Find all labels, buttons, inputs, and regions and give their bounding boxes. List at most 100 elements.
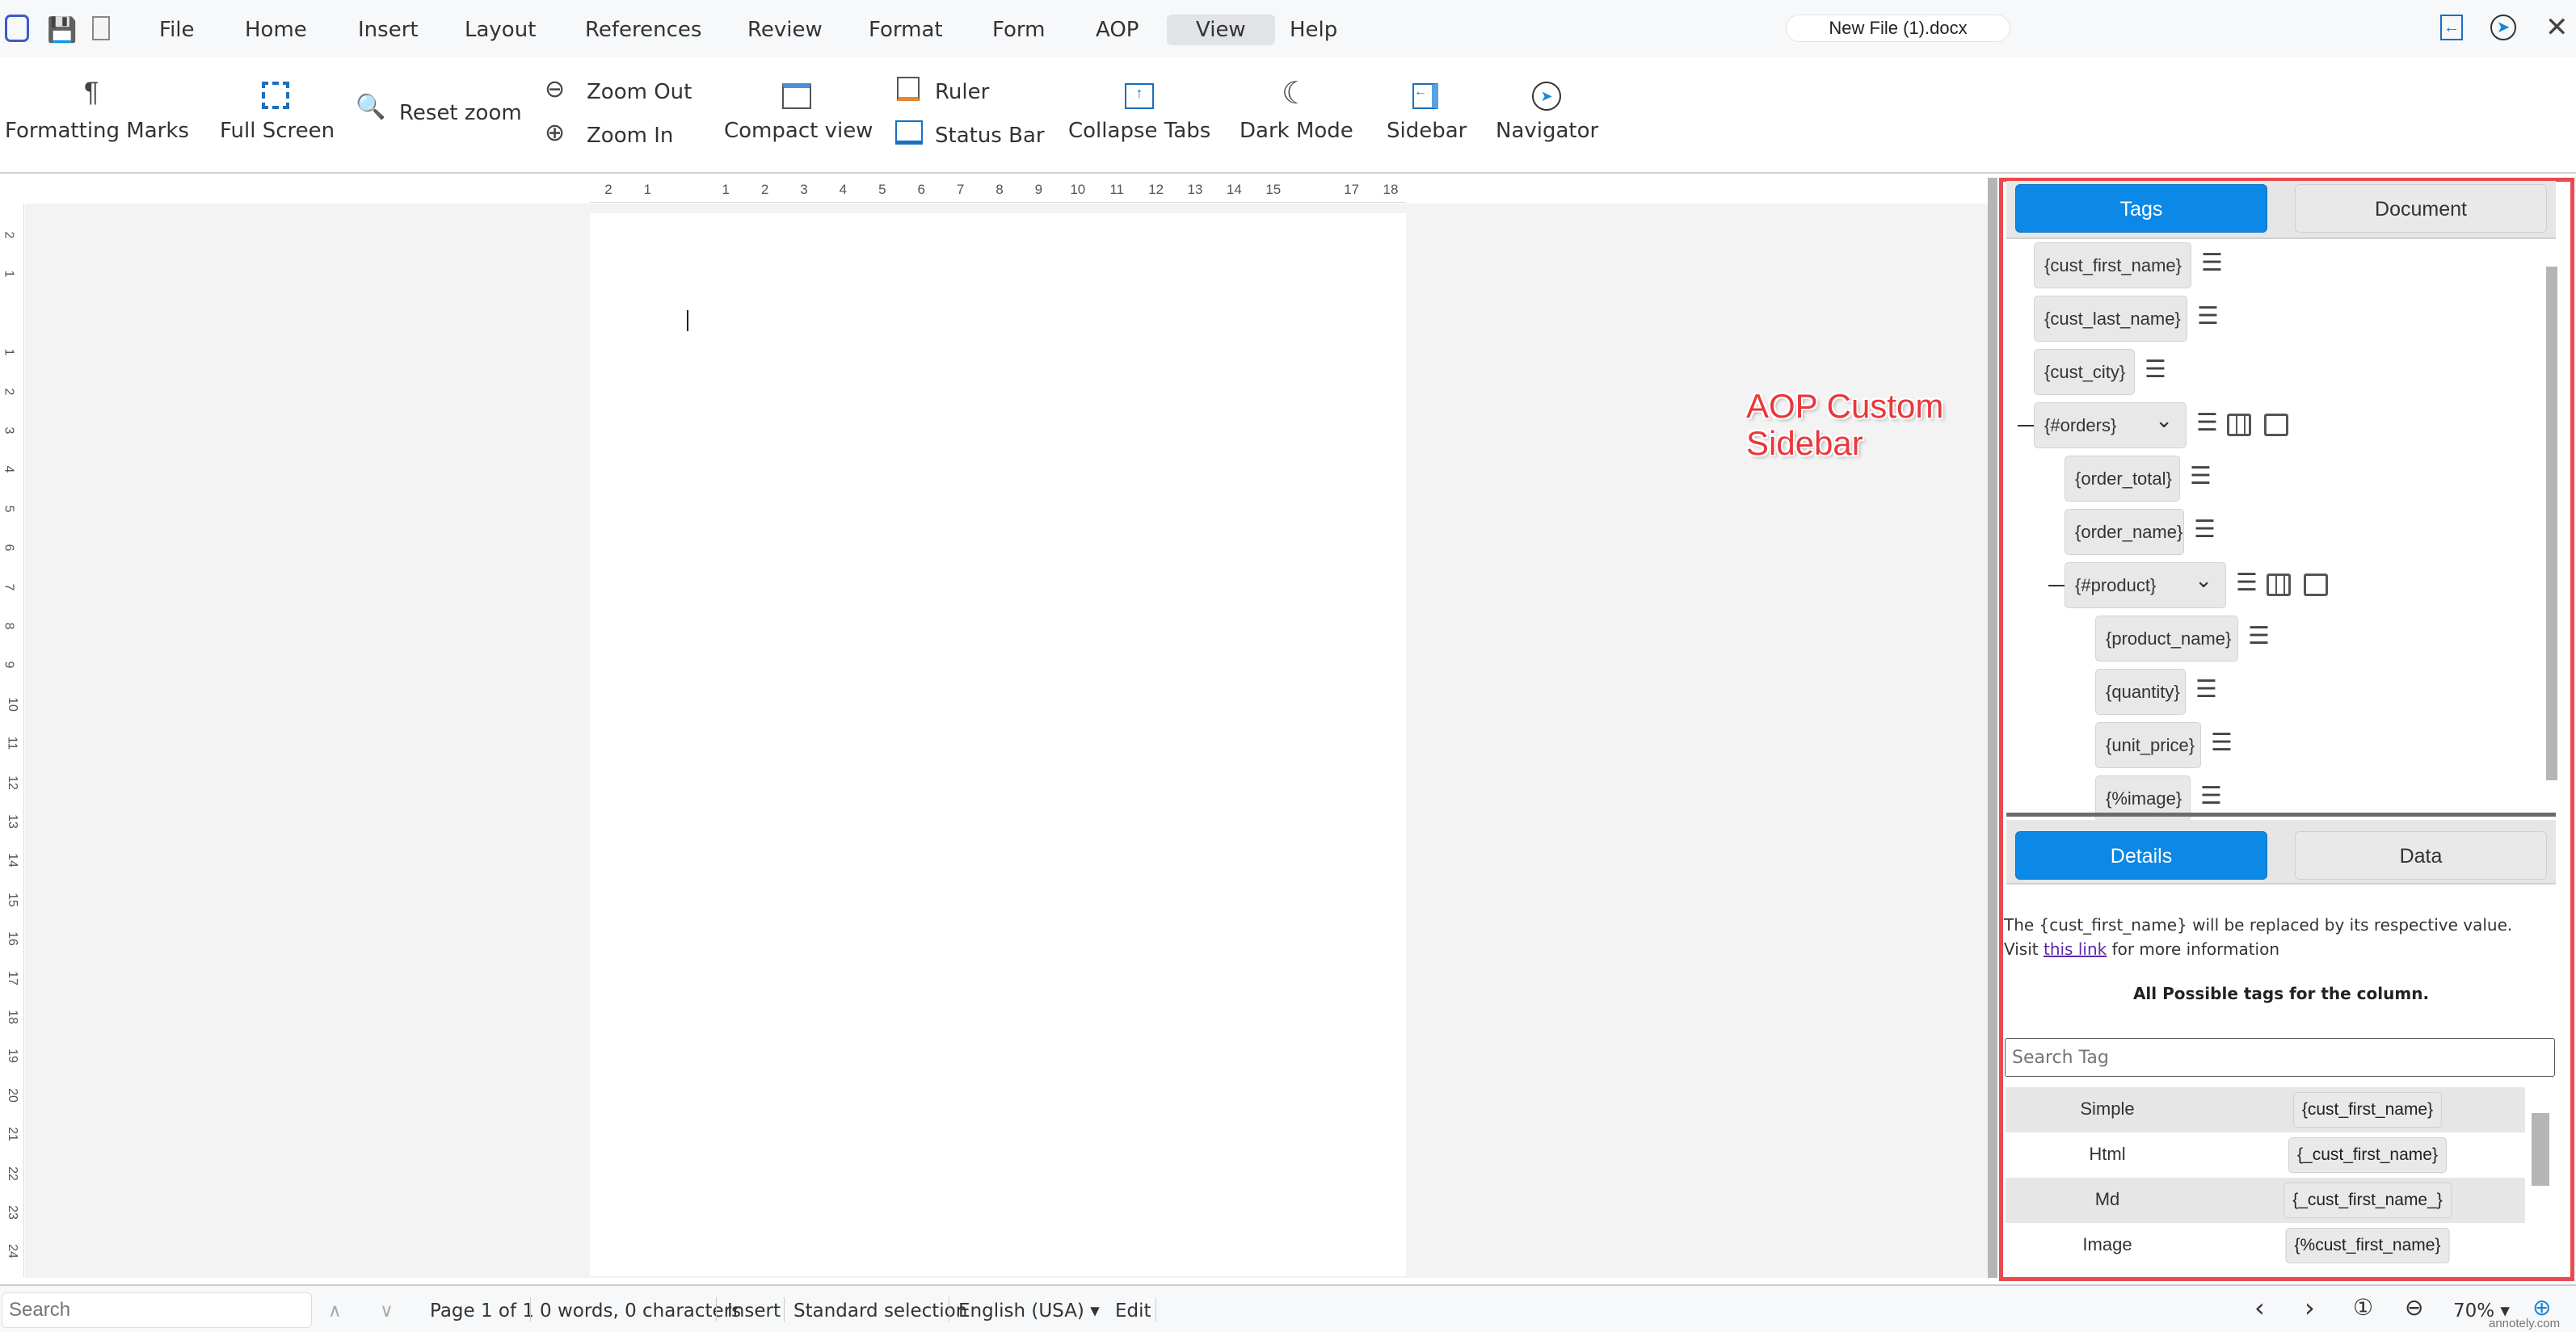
menu-format[interactable]: Format	[861, 15, 951, 45]
table-icon[interactable]	[2267, 574, 2291, 596]
tag-chip[interactable]: {cust_first_name}	[2034, 242, 2191, 288]
menu-icon[interactable]: ☰	[2248, 622, 2270, 650]
menu-icon[interactable]: ☰	[2190, 462, 2212, 490]
menu-file[interactable]: File	[151, 15, 203, 45]
save-icon[interactable]: 💾	[47, 16, 77, 44]
description-line: The {cust_first_name} will be replaced b…	[2004, 915, 2513, 935]
edit-mode[interactable]: Edit	[1115, 1300, 1151, 1321]
menu-aop[interactable]: AOP	[1088, 15, 1147, 45]
menu-insert[interactable]: Insert	[350, 15, 427, 45]
panel-divider[interactable]	[2006, 813, 2556, 817]
sidebar-toggle-icon[interactable]: ←	[2440, 15, 2463, 40]
info-link[interactable]: this link	[2044, 939, 2107, 959]
ruler-tick-label: 8	[995, 182, 1004, 197]
tag-chip[interactable]: {cust_city}	[2034, 349, 2135, 395]
selection-mode[interactable]: Standard selection	[793, 1300, 967, 1321]
menu-help[interactable]: Help	[1282, 15, 1345, 45]
tab-data[interactable]: Data	[2295, 831, 2547, 880]
menu-icon[interactable]: ☰	[2196, 409, 2218, 437]
zoom-out-icon[interactable]: ⊖	[2405, 1294, 2423, 1321]
vertical-ruler[interactable]: 2 1 1 2 3 4 5 6 7 8 9 10 11 12 13 14 15 16 17 18 19 20 21 22 23 2…	[0, 204, 24, 1278]
annotation-label: AOP Custom Sidebar	[1746, 388, 1943, 462]
tag-label: {cust_first_name}	[2044, 255, 2182, 275]
chevron-down-icon[interactable]: ⌄	[2195, 558, 2212, 603]
status-bar: ∧ ∨ Page 1 of 1 0 words, 0 characters In…	[0, 1284, 2576, 1332]
close-icon[interactable]: ✕	[2545, 11, 2569, 44]
prev-page-icon[interactable]: ‹	[2254, 1292, 2265, 1323]
language-select[interactable]: English (USA) ▾	[958, 1300, 1100, 1321]
vruler-tick-label: 23	[5, 1205, 19, 1220]
search-up-icon[interactable]: ∧	[328, 1300, 342, 1321]
ruler-icon	[897, 77, 920, 101]
vruler-tick-label: 5	[2, 505, 16, 513]
menu-form[interactable]: Form	[984, 15, 1054, 45]
vruler-tick-label: 2	[2, 388, 16, 396]
menu-icon[interactable]: ☰	[2145, 355, 2166, 384]
language-label: English (USA)	[958, 1300, 1084, 1321]
page-count: Page 1 of 1	[430, 1300, 535, 1321]
zoom-in-icon: ⊕	[545, 120, 566, 146]
tag-chip[interactable]: {%cust_first_name}	[2285, 1228, 2450, 1263]
menu-icon[interactable]: ☰	[2201, 249, 2223, 277]
menu-home[interactable]: Home	[237, 15, 315, 45]
menu-icon[interactable]: ☰	[2194, 515, 2216, 544]
vruler-tick-label: 9	[2, 661, 16, 669]
search-input[interactable]	[2, 1292, 312, 1328]
status-bar-icon	[895, 120, 923, 145]
tag-chip[interactable]: {cust_first_name}	[2292, 1092, 2443, 1128]
tab-tags[interactable]: Tags	[2015, 184, 2267, 233]
document-page[interactable]	[590, 213, 1406, 1276]
menu-icon[interactable]: ☰	[2195, 675, 2217, 704]
menu-icon[interactable]: ☰	[2200, 782, 2222, 810]
zoom-in-label: Zoom In	[587, 124, 674, 148]
tag-chip[interactable]: {cust_last_name}	[2034, 296, 2187, 342]
menu-view[interactable]: View	[1167, 15, 1275, 45]
zoom-out-label: Zoom Out	[587, 80, 692, 104]
tab-document[interactable]: Document	[2295, 184, 2547, 233]
tag-group-chip[interactable]: {#orders} ⌄	[2034, 402, 2187, 448]
menu-review[interactable]: Review	[739, 15, 831, 45]
menu-icon[interactable]: ☰	[2211, 729, 2233, 757]
info-text: for more information	[2111, 939, 2280, 959]
reset-zoom-icon[interactable]: ①	[2353, 1294, 2373, 1321]
tag-chip[interactable]: {product_name}	[2095, 616, 2238, 662]
table-header-icon[interactable]	[2264, 414, 2288, 436]
tag-chip[interactable]: {unit_price}	[2095, 722, 2201, 768]
ruler-tick-label: 14	[1226, 182, 1242, 197]
search-down-icon[interactable]: ∨	[380, 1300, 394, 1321]
tag-chip[interactable]: {_cust_first_name_}	[2283, 1183, 2452, 1218]
chevron-down-icon[interactable]: ⌄	[2155, 398, 2173, 443]
tag-chip[interactable]: {quantity}	[2095, 669, 2186, 715]
vruler-tick-label: 11	[5, 736, 19, 750]
tags-scrollbar[interactable]	[2546, 267, 2557, 780]
tab-details[interactable]: Details	[2015, 831, 2267, 880]
tag-group-chip[interactable]: {#product} ⌄	[2065, 562, 2226, 608]
tag-label: {unit_price}	[2106, 735, 2195, 755]
document-scrollbar[interactable]	[1988, 178, 1997, 1278]
next-page-icon[interactable]: ›	[2305, 1292, 2315, 1323]
table-header-icon[interactable]	[2304, 574, 2328, 596]
new-file-icon[interactable]	[92, 16, 110, 40]
vruler-tick-label: 4	[2, 465, 16, 473]
visit-text: Visit	[2004, 939, 2039, 959]
menu-layout[interactable]: Layout	[457, 15, 544, 45]
menu-references[interactable]: References	[577, 15, 709, 45]
possible-tag-row: Simple {cust_first_name}	[2006, 1087, 2525, 1132]
possible-tags-scrollbar[interactable]	[2532, 1113, 2549, 1186]
horizontal-ruler[interactable]: 2 1 1 2 3 4 5 6 7 8 9 10 11 12 13 14 15 17 18	[590, 175, 1406, 203]
insert-mode[interactable]: Insert	[727, 1300, 781, 1321]
table-icon[interactable]	[2227, 414, 2251, 436]
menu-icon[interactable]: ☰	[2197, 302, 2219, 330]
annotation-line-2: Sidebar	[1746, 424, 1863, 462]
tag-chip[interactable]: {order_name}	[2065, 509, 2184, 555]
ruler-tick-label: 2	[604, 182, 612, 197]
navigator-icon[interactable]: ➤	[2490, 15, 2516, 40]
collapse-minus-icon[interactable]	[2048, 585, 2066, 586]
tag-chip[interactable]: {_cust_first_name}	[2288, 1137, 2447, 1173]
navigator-label: Navigator	[1496, 119, 1599, 143]
ruler-tick-label: 18	[1383, 182, 1399, 197]
menu-icon[interactable]: ☰	[2236, 569, 2258, 597]
collapse-minus-icon[interactable]	[2018, 425, 2035, 426]
tag-chip[interactable]: {order_total}	[2065, 456, 2180, 502]
search-tag-input[interactable]	[2005, 1038, 2555, 1077]
